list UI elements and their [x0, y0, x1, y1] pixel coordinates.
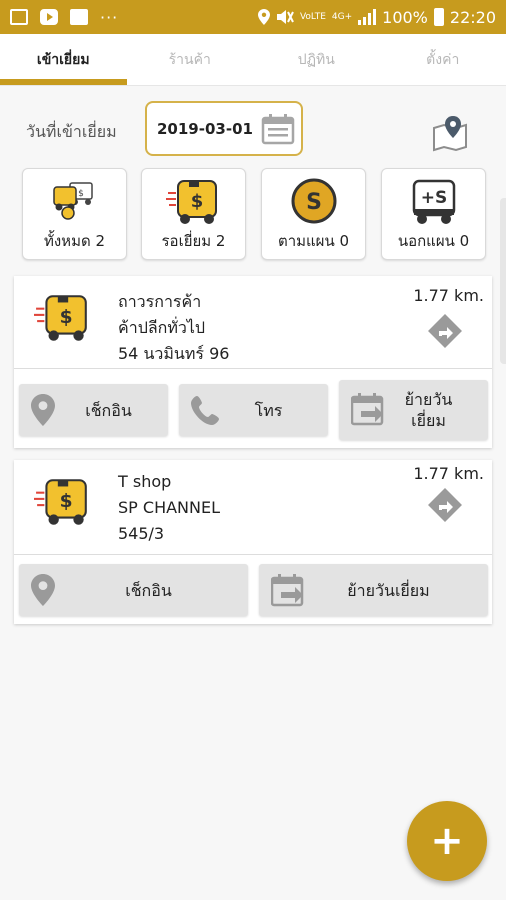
clock: 22:20: [449, 7, 496, 27]
visit-date-label: วันที่เข้าเยี่ยม: [26, 122, 117, 141]
all-trucks-icon: $: [52, 182, 93, 220]
signal-icon: [358, 9, 377, 25]
svg-text:$: $: [78, 189, 84, 199]
checkin-button[interactable]: เช็กอิน: [19, 564, 248, 616]
checkin-button[interactable]: เช็กอิน: [19, 384, 168, 436]
volte-indicator: VoLTE: [299, 11, 326, 22]
pending-truck-icon: $: [165, 180, 217, 224]
reschedule-button[interactable]: ย้ายวันเยี่ยม: [259, 564, 488, 616]
tab-stores[interactable]: ร้านค้า: [127, 34, 254, 85]
unplanned-truck-icon: +S: [412, 179, 455, 224]
directions-icon: [428, 488, 462, 522]
store-type: ค้าปลีกทั่วไป: [118, 318, 206, 337]
filter-unplanned[interactable]: +S นอกแผน 0: [381, 168, 486, 260]
plus-icon: +: [430, 818, 464, 864]
call-button[interactable]: โทร: [179, 384, 328, 436]
location-icon: [257, 9, 270, 25]
navigate-button[interactable]: [428, 314, 462, 352]
tab-visit[interactable]: เข้าเยี่ยม: [0, 34, 127, 85]
store-address: 54 นวมินทร์ 96: [118, 344, 230, 363]
svg-text:S: S: [306, 190, 322, 215]
flipboard-icon: [70, 9, 88, 25]
svg-text:$: $: [190, 191, 203, 212]
tab-settings[interactable]: ตั้งค่า: [380, 34, 506, 85]
reschedule-label-line2: เยี่ยม: [411, 411, 446, 430]
store-distance: 1.77 km.: [413, 286, 484, 305]
svg-text:+S: +S: [420, 188, 447, 208]
filter-planned-label: ตามแผน 0: [277, 232, 350, 250]
battery-percent: 100%: [382, 7, 428, 27]
divider: [14, 554, 492, 555]
youtube-icon: [40, 9, 58, 25]
mute-icon: [276, 10, 294, 24]
svg-text:$: $: [60, 307, 73, 328]
directions-icon: [428, 314, 462, 348]
top-tabs: เข้าเยี่ยม ร้านค้า ปฏิทิน ตั้งค่า: [0, 34, 506, 86]
map-view-button[interactable]: [430, 114, 470, 152]
tab-calendar[interactable]: ปฏิทิน: [253, 34, 380, 85]
gallery-icon: [10, 9, 28, 25]
filter-all-label: ทั้งหมด 2: [43, 232, 106, 250]
store-name: ถาวรการค้า: [118, 292, 202, 311]
store-truck-icon: $: [34, 479, 87, 525]
data-type-indicator: 4G+: [331, 11, 353, 22]
location-pin-icon: [31, 574, 55, 606]
add-visit-fab[interactable]: +: [407, 801, 487, 881]
calendar-icon: [261, 113, 295, 144]
planned-coin-icon: S: [291, 178, 336, 224]
filter-planned[interactable]: S ตามแผน 0: [261, 168, 366, 260]
visit-date-value: 2019-03-01: [157, 119, 253, 138]
filter-pending[interactable]: $ รอเยี่ยม 2: [141, 168, 246, 260]
calendar-move-icon: [271, 574, 304, 607]
side-drawer-handle[interactable]: [500, 198, 506, 364]
divider: [14, 368, 492, 369]
filter-all[interactable]: $ ทั้งหมด 2: [22, 168, 127, 260]
store-type: SP CHANNEL: [118, 498, 220, 517]
filter-pending-label: รอเยี่ยม 2: [161, 232, 226, 250]
store-distance: 1.77 km.: [413, 464, 484, 483]
reschedule-label-line1: ย้ายวัน: [404, 390, 453, 409]
store-name: T shop: [118, 472, 172, 491]
store-card[interactable]: $ T shop SP CHANNEL 545/3 1.77 km. เช็กอ…: [14, 460, 492, 624]
store-truck-icon: $: [34, 295, 87, 341]
reschedule-button[interactable]: ย้ายวันเยี่ยม: [339, 380, 488, 440]
battery-icon: [433, 8, 444, 26]
more-notifications-icon: ···: [100, 7, 119, 27]
status-bar: ··· VoLTE 4G+ 100% 22:20: [0, 0, 506, 34]
store-address: 545/3: [118, 524, 165, 543]
visit-date-picker[interactable]: 2019-03-01: [145, 101, 303, 156]
location-pin-icon: [31, 394, 55, 426]
phone-icon: [191, 396, 219, 425]
calendar-move-icon: [351, 393, 384, 426]
store-card[interactable]: $ ถาวรการค้า ค้าปลีกทั่วไป 54 นวมินทร์ 9…: [14, 276, 492, 448]
navigate-button[interactable]: [428, 488, 462, 526]
svg-text:$: $: [60, 491, 73, 512]
filter-unplanned-label: นอกแผน 0: [397, 232, 470, 250]
map-pin-icon: [433, 116, 467, 152]
